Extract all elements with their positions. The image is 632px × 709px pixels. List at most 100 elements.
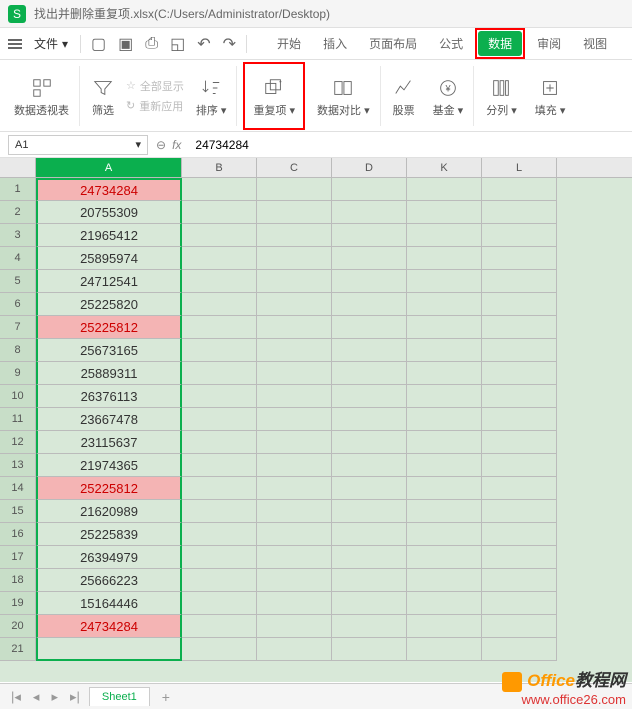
cell[interactable] xyxy=(332,201,407,224)
cell[interactable] xyxy=(332,385,407,408)
row-header[interactable]: 3 xyxy=(0,224,36,247)
cell[interactable] xyxy=(332,546,407,569)
cell[interactable] xyxy=(182,247,257,270)
cell[interactable] xyxy=(482,270,557,293)
col-header-l[interactable]: L xyxy=(482,158,557,177)
cell[interactable] xyxy=(257,178,332,201)
cell[interactable]: 23667478 xyxy=(36,408,182,431)
cell[interactable] xyxy=(407,339,482,362)
row-header[interactable]: 2 xyxy=(0,201,36,224)
name-box[interactable]: A1 ▾ xyxy=(8,135,148,155)
cell[interactable] xyxy=(182,339,257,362)
cell[interactable] xyxy=(332,477,407,500)
row-header[interactable]: 1 xyxy=(0,178,36,201)
cell[interactable] xyxy=(182,477,257,500)
cell[interactable] xyxy=(257,339,332,362)
cell[interactable] xyxy=(407,316,482,339)
cell[interactable]: 21620989 xyxy=(36,500,182,523)
pivot-button[interactable]: 数据透视表 xyxy=(8,66,80,126)
row-header[interactable]: 7 xyxy=(0,316,36,339)
row-header[interactable]: 16 xyxy=(0,523,36,546)
cell[interactable] xyxy=(257,638,332,661)
cell[interactable] xyxy=(257,431,332,454)
cell[interactable] xyxy=(332,408,407,431)
cell[interactable] xyxy=(332,178,407,201)
cell[interactable] xyxy=(407,201,482,224)
col-header-d[interactable]: D xyxy=(332,158,407,177)
cell[interactable] xyxy=(482,500,557,523)
row-header[interactable]: 10 xyxy=(0,385,36,408)
cell[interactable] xyxy=(407,615,482,638)
tab-data[interactable]: 数据 xyxy=(478,31,522,56)
row-header[interactable]: 9 xyxy=(0,362,36,385)
cell[interactable]: 15164446 xyxy=(36,592,182,615)
cell[interactable] xyxy=(182,385,257,408)
cell[interactable] xyxy=(257,201,332,224)
cell[interactable] xyxy=(182,201,257,224)
col-header-b[interactable]: B xyxy=(182,158,257,177)
cell[interactable] xyxy=(257,454,332,477)
cell[interactable] xyxy=(182,178,257,201)
row-header[interactable]: 21 xyxy=(0,638,36,661)
cell[interactable] xyxy=(332,316,407,339)
cell[interactable] xyxy=(332,569,407,592)
cell[interactable]: 25225839 xyxy=(36,523,182,546)
row-header[interactable]: 4 xyxy=(0,247,36,270)
cell[interactable] xyxy=(482,408,557,431)
cell[interactable] xyxy=(407,362,482,385)
cell[interactable] xyxy=(257,546,332,569)
formula-input[interactable] xyxy=(189,135,624,155)
cell[interactable]: 26376113 xyxy=(36,385,182,408)
last-sheet-icon[interactable]: ▸| xyxy=(67,689,83,705)
cell[interactable] xyxy=(257,523,332,546)
cell[interactable] xyxy=(182,224,257,247)
cell[interactable] xyxy=(257,362,332,385)
open-icon[interactable]: ▣ xyxy=(116,32,135,56)
cell[interactable] xyxy=(482,477,557,500)
cell[interactable] xyxy=(482,316,557,339)
cell[interactable] xyxy=(182,638,257,661)
cell[interactable] xyxy=(332,339,407,362)
sort-button[interactable]: 排序 ▾ xyxy=(190,66,238,126)
cell[interactable]: 20755309 xyxy=(36,201,182,224)
cell[interactable] xyxy=(482,224,557,247)
cell[interactable] xyxy=(332,247,407,270)
tab-start[interactable]: 开始 xyxy=(267,31,311,56)
cell[interactable] xyxy=(482,201,557,224)
file-menu[interactable]: 文件 ▾ xyxy=(30,33,72,54)
row-header[interactable]: 6 xyxy=(0,293,36,316)
cell[interactable] xyxy=(182,500,257,523)
cell[interactable] xyxy=(407,224,482,247)
redo-icon[interactable]: ↷ xyxy=(221,32,238,56)
first-sheet-icon[interactable]: |◂ xyxy=(8,689,24,705)
cell[interactable] xyxy=(407,592,482,615)
cell[interactable] xyxy=(407,178,482,201)
cell[interactable]: 25666223 xyxy=(36,569,182,592)
cell[interactable] xyxy=(332,270,407,293)
show-all-button[interactable]: ☆ 全部显示 xyxy=(126,78,184,94)
row-header[interactable]: 5 xyxy=(0,270,36,293)
cell[interactable]: 24712541 xyxy=(36,270,182,293)
cells[interactable]: 2473428420755309219654122589597424712541… xyxy=(36,178,632,661)
cell[interactable] xyxy=(482,569,557,592)
duplicates-button[interactable]: 重复项 ▾ xyxy=(247,66,301,126)
cell[interactable]: 25225812 xyxy=(36,316,182,339)
cell[interactable] xyxy=(332,500,407,523)
row-header[interactable]: 20 xyxy=(0,615,36,638)
cell[interactable] xyxy=(407,408,482,431)
new-icon[interactable]: ▢ xyxy=(89,32,108,56)
cell[interactable] xyxy=(182,569,257,592)
row-header[interactable]: 14 xyxy=(0,477,36,500)
print-icon[interactable]: ⎙ xyxy=(143,33,160,55)
cell[interactable] xyxy=(257,385,332,408)
cell[interactable] xyxy=(407,270,482,293)
cell[interactable] xyxy=(257,293,332,316)
cell[interactable] xyxy=(407,638,482,661)
cell[interactable] xyxy=(332,293,407,316)
cell[interactable] xyxy=(407,523,482,546)
col-header-a[interactable]: A xyxy=(36,158,182,177)
cell[interactable]: 25225812 xyxy=(36,477,182,500)
cell[interactable] xyxy=(482,431,557,454)
row-header[interactable]: 12 xyxy=(0,431,36,454)
next-sheet-icon[interactable]: ▸ xyxy=(48,689,61,705)
